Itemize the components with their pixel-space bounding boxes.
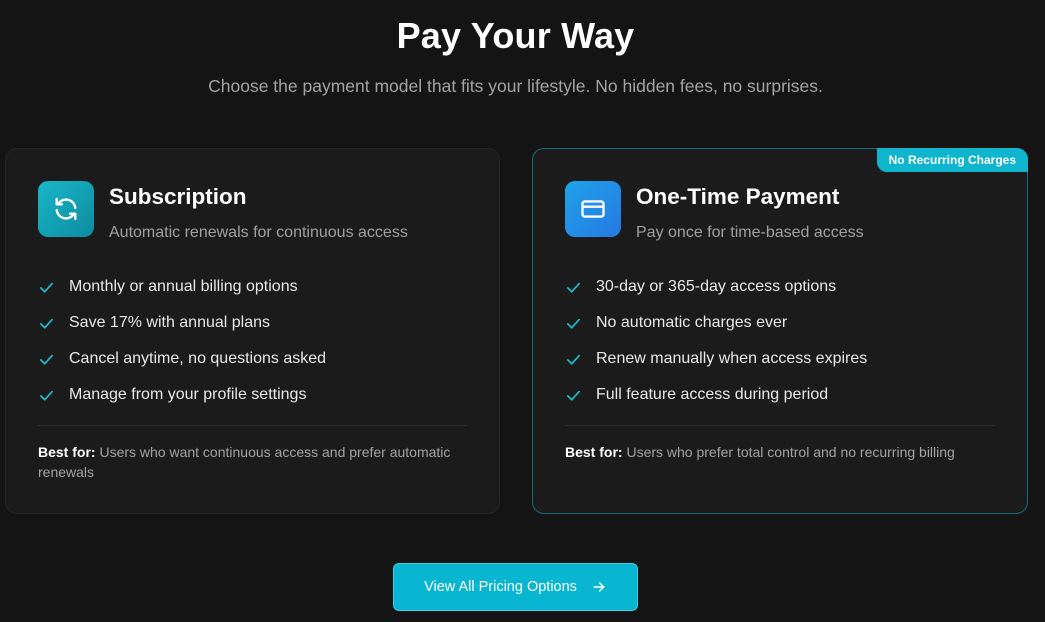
subscription-description: Automatic renewals for continuous access — [109, 224, 408, 241]
best-for-text: Users who prefer total control and no re… — [626, 444, 955, 460]
subscription-title: Subscription — [109, 184, 247, 209]
feature-label: Renew manually when access expires — [596, 350, 868, 367]
feature-label: 30-day or 365-day access options — [596, 278, 837, 295]
feature-label: No automatic charges ever — [596, 314, 788, 331]
arrow-right-icon — [591, 579, 607, 595]
view-all-pricing-button[interactable]: View All Pricing Options — [393, 563, 638, 611]
page-title: Pay Your Way — [396, 15, 635, 56]
feature-item: No automatic charges ever — [565, 305, 867, 341]
best-for-label: Best for: — [565, 444, 623, 460]
feature-item: Full feature access during period — [565, 377, 867, 413]
feature-item: 30-day or 365-day access options — [565, 269, 867, 305]
best-for-label: Best for: — [38, 444, 96, 460]
feature-label: Manage from your profile settings — [69, 386, 307, 403]
pricing-section: Pay Your Way Choose the payment model th… — [0, 0, 1045, 622]
check-icon — [38, 315, 55, 332]
one-time-best-for: Best for: Users who prefer total control… — [565, 442, 987, 462]
feature-label: Full feature access during period — [596, 386, 829, 403]
credit-card-icon — [565, 181, 621, 237]
check-icon — [565, 279, 582, 296]
feature-label: Cancel anytime, no questions asked — [69, 350, 327, 367]
one-time-payment-description: Pay once for time-based access — [636, 224, 864, 241]
one-time-payment-title: One-Time Payment — [636, 184, 840, 209]
no-recurring-charges-badge: No Recurring Charges — [876, 148, 1028, 172]
check-icon — [565, 387, 582, 404]
feature-item: Cancel anytime, no questions asked — [38, 341, 326, 377]
feature-label: Monthly or annual billing options — [69, 278, 298, 295]
feature-item: Manage from your profile settings — [38, 377, 326, 413]
card-divider — [38, 425, 467, 426]
subscription-best-for: Best for: Users who want continuous acce… — [38, 442, 459, 482]
feature-item: Monthly or annual billing options — [38, 269, 326, 305]
subscription-feature-list: Monthly or annual billing options Save 1… — [38, 269, 326, 413]
page-subtitle: Choose the payment model that fits your … — [208, 76, 823, 96]
one-time-feature-list: 30-day or 365-day access options No auto… — [565, 269, 867, 413]
subscription-card: Subscription Automatic renewals for cont… — [5, 148, 500, 514]
check-icon — [38, 279, 55, 296]
feature-item: Renew manually when access expires — [565, 341, 867, 377]
check-icon — [565, 315, 582, 332]
best-for-text: Users who want continuous access and pre… — [38, 444, 451, 480]
refresh-icon — [38, 181, 94, 237]
check-icon — [38, 351, 55, 368]
one-time-payment-card: No Recurring Charges One-Time Payment Pa… — [532, 148, 1028, 514]
card-divider — [565, 425, 995, 426]
feature-label: Save 17% with annual plans — [69, 314, 271, 331]
feature-item: Save 17% with annual plans — [38, 305, 326, 341]
view-all-pricing-label: View All Pricing Options — [424, 579, 577, 595]
check-icon — [565, 351, 582, 368]
check-icon — [38, 387, 55, 404]
